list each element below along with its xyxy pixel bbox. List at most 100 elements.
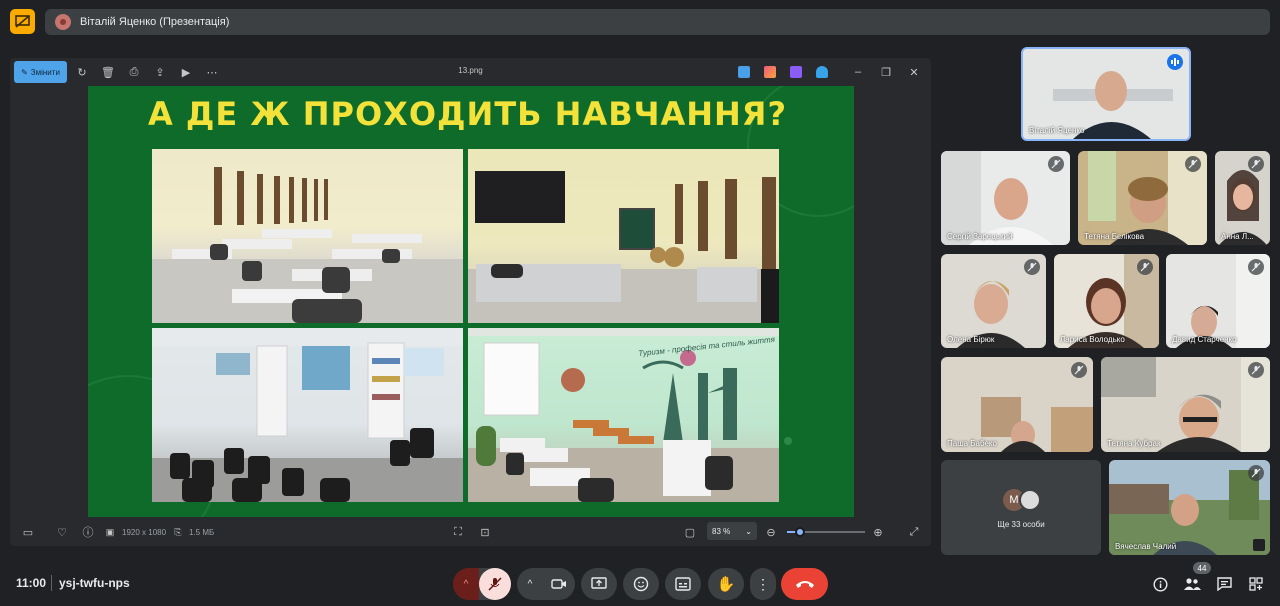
file-size-icon: ⎘ — [174, 526, 182, 537]
onedrive-icon[interactable] — [816, 66, 828, 78]
zoom-slider-thumb[interactable] — [795, 527, 805, 537]
presentation-off-icon — [15, 15, 30, 28]
clipchamp-app-icon[interactable] — [790, 66, 802, 78]
audio-options-button[interactable]: ^ — [453, 568, 479, 600]
classroom-tv-illustration — [468, 171, 779, 323]
reactions-button[interactable] — [623, 568, 659, 600]
info-icon[interactable]: ⓘ — [80, 524, 96, 540]
crop-icon[interactable]: ⛶ — [450, 524, 466, 540]
present-screen-icon — [591, 577, 607, 589]
emoji-icon — [633, 576, 649, 592]
hand-icon: ✋ — [716, 576, 736, 593]
classroom-photo-4: Туризм - професія та стиль життя — [468, 328, 779, 502]
participant-name: Давид Старченко — [1172, 335, 1237, 344]
bottom-separator — [51, 575, 52, 591]
tourism-mural-illustration — [468, 328, 779, 502]
tile-participant[interactable]: Давид Старченко — [1166, 254, 1270, 348]
mic-off-icon — [1248, 465, 1264, 481]
captions-button[interactable] — [665, 568, 701, 600]
file-size: 1.5 МБ — [189, 528, 215, 537]
participant-name: Лариса Володько — [1060, 335, 1125, 344]
classroom-maps-illustration — [152, 328, 463, 502]
tile-participant[interactable]: Тетяна Кубрак — [1101, 357, 1270, 452]
chat-icon[interactable] — [1215, 576, 1233, 592]
paint-app-icon[interactable] — [738, 66, 750, 78]
viewer-toolbar: ✎ Змінити ↻ 🗑 ⎙ ⇪ ▶ ⋯ 13.png – ❐ ✕ — [10, 58, 931, 86]
participant-name: Тетяна Бєлікова — [1084, 232, 1145, 241]
presenter-indicator-icon — [55, 14, 71, 30]
tile-participant[interactable]: Анна Л... — [1215, 151, 1270, 245]
designer-app-icon[interactable] — [764, 66, 776, 78]
visual-search-icon[interactable]: ⊡ — [477, 524, 493, 540]
speaking-indicator-icon — [1167, 54, 1183, 70]
classroom-photo-1 — [152, 149, 463, 323]
participant-name: Вячеслав Чалий — [1115, 542, 1177, 551]
image-dimensions: 1920 x 1080 — [122, 528, 167, 537]
camera-control-group: ^ — [517, 568, 575, 600]
tile-more-participants[interactable]: M Ще 33 особи — [941, 460, 1101, 555]
tile-participant[interactable]: Тетяна Бєлікова — [1078, 151, 1207, 245]
meeting-clock: 11:00 — [16, 576, 47, 590]
raise-hand-button[interactable]: ✋ — [708, 568, 744, 600]
mic-control-group: ^ — [453, 568, 511, 600]
mic-off-icon — [1248, 362, 1264, 378]
mic-off-icon — [1248, 259, 1264, 275]
fit-to-window-icon[interactable]: ▢ — [682, 524, 698, 540]
slide-image: А ДЕ Ж ПРОХОДИТЬ НАВЧАННЯ? Туризм - проф… — [88, 86, 854, 517]
avatar — [1019, 489, 1041, 511]
people-icon[interactable] — [1183, 576, 1201, 592]
mic-off-icon — [1185, 156, 1201, 172]
present-screen-button[interactable] — [581, 568, 617, 600]
mic-off-icon — [1071, 362, 1087, 378]
mic-toggle-button[interactable] — [479, 568, 511, 600]
pip-expand-icon[interactable] — [1253, 539, 1265, 551]
present-app-icon[interactable] — [10, 9, 35, 34]
video-options-button[interactable]: ^ — [517, 568, 543, 600]
mic-off-icon — [1137, 259, 1153, 275]
slide-title: А ДЕ Ж ПРОХОДИТЬ НАВЧАННЯ? — [148, 95, 787, 133]
favorite-icon[interactable]: ♡ — [54, 524, 70, 540]
zoom-select[interactable]: 83 % ⌄ — [707, 522, 757, 540]
tile-participant[interactable]: Олена Бірюк — [941, 254, 1046, 348]
minimize-icon[interactable]: – — [850, 64, 866, 80]
participant-name: Паша Бабеко — [947, 439, 997, 448]
camera-toggle-button[interactable] — [543, 568, 575, 600]
dimensions-icon: ▣ — [105, 526, 115, 537]
more-options-button[interactable]: ⋮ — [750, 568, 776, 600]
participant-name: Сергій Зарецький — [947, 232, 1013, 241]
classroom-desks-illustration — [152, 167, 463, 323]
presenter-banner: Віталій Яценко (Презентація) — [45, 9, 1270, 35]
participant-name: Анна Л... — [1221, 232, 1254, 241]
classroom-photo-2 — [468, 149, 779, 323]
participant-video — [1101, 357, 1270, 452]
film-strip-icon[interactable]: ▭ — [20, 524, 36, 540]
meeting-code: ysj-twfu-nps — [59, 576, 130, 590]
tile-participant[interactable]: Вячеслав Чалий — [1109, 460, 1270, 555]
camera-icon — [551, 579, 566, 589]
meeting-details-icon[interactable] — [1151, 576, 1169, 592]
participant-name: Віталій Яценко — [1029, 126, 1085, 135]
more-participants-label: Ще 33 особи — [997, 520, 1045, 529]
mic-off-icon — [1024, 259, 1040, 275]
activities-icon[interactable] — [1247, 576, 1265, 592]
mic-off-icon — [1048, 156, 1064, 172]
mic-off-icon — [488, 577, 502, 591]
leave-call-button[interactable] — [781, 568, 828, 600]
zoom-in-icon[interactable]: ⊕ — [870, 524, 886, 540]
participant-name: Тетяна Кубрак — [1107, 439, 1161, 448]
zoom-out-icon[interactable]: ⊖ — [763, 524, 779, 540]
fullscreen-icon[interactable]: ⤢ — [906, 524, 922, 540]
zoom-value: 83 % — [712, 526, 731, 536]
presenter-title: Віталій Яценко (Презентація) — [80, 16, 230, 28]
call-end-icon — [795, 581, 814, 588]
tile-participant[interactable]: Паша Бабеко — [941, 357, 1093, 452]
restore-icon[interactable]: ❐ — [878, 64, 894, 80]
participants-count-badge: 44 — [1193, 562, 1211, 574]
mic-off-icon — [1248, 156, 1264, 172]
tile-main-speaker[interactable]: Віталій Яценко — [1021, 47, 1191, 141]
presentation-viewer: ✎ Змінити ↻ 🗑 ⎙ ⇪ ▶ ⋯ 13.png – ❐ ✕ А ДЕ … — [10, 58, 931, 546]
close-icon[interactable]: ✕ — [906, 64, 922, 80]
more-vert-icon: ⋮ — [756, 575, 770, 592]
tile-participant[interactable]: Лариса Володько — [1054, 254, 1159, 348]
tile-participant[interactable]: Сергій Зарецький — [941, 151, 1070, 245]
